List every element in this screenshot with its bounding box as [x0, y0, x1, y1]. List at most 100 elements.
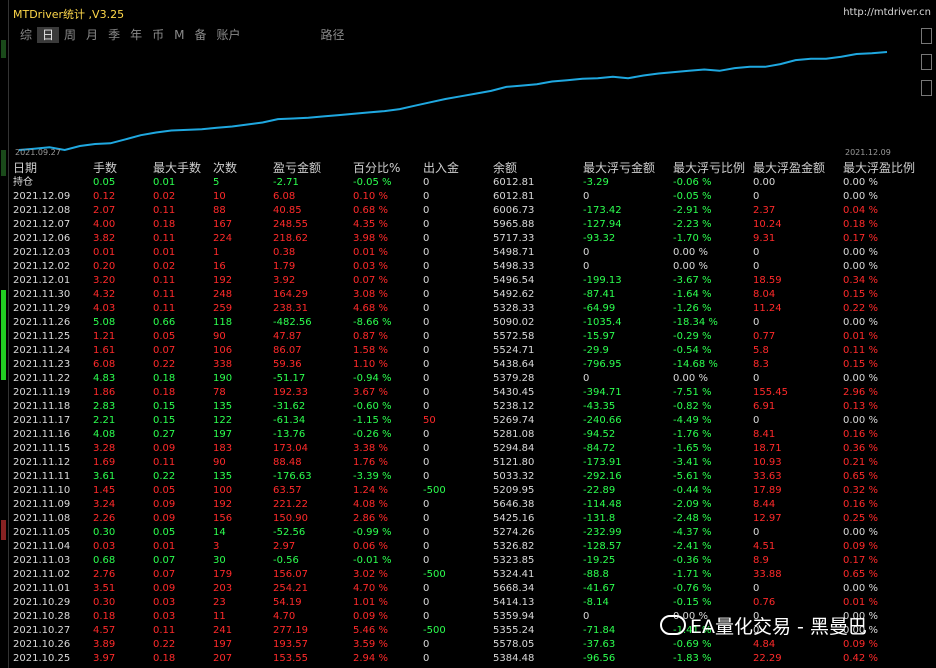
tab-6[interactable]: 币 [147, 27, 169, 43]
cell-1: 1.86 [93, 387, 116, 398]
cell-8: -87.41 [583, 289, 616, 300]
column-header-2[interactable]: 最大手数 [153, 161, 201, 176]
cell-7: 6012.81 [493, 191, 535, 202]
column-header-4[interactable]: 盈亏金额 [273, 161, 321, 176]
cell-7: 5668.34 [493, 583, 535, 594]
tool-icon[interactable] [921, 80, 932, 96]
tab-7[interactable]: M [169, 27, 189, 43]
cell-4: 3.92 [273, 275, 296, 286]
cell-6: 0 [423, 303, 430, 314]
tool-icon[interactable] [921, 54, 932, 70]
column-header-8[interactable]: 最大浮亏金额 [583, 161, 655, 176]
column-header-10[interactable]: 最大浮盈金额 [753, 161, 825, 176]
cell-11: 0.00 % [843, 373, 878, 384]
cell-11: 0.00 % [843, 247, 878, 258]
cell-11: 0.18 % [843, 219, 878, 230]
cell-4: 192.33 [273, 387, 308, 398]
cell-2: 0.02 [153, 261, 176, 272]
cell-8: -22.89 [583, 485, 616, 496]
cell-4: 254.21 [273, 583, 308, 594]
cell-0: 2021.11.23 [13, 359, 71, 370]
cell-3: 183 [213, 443, 233, 454]
cell-7: 5238.12 [493, 401, 535, 412]
tab-8[interactable]: 备 [189, 27, 211, 43]
cell-7: 5498.71 [493, 247, 535, 258]
strip-segment [1, 40, 6, 58]
cell-11: 0.00 % [843, 527, 878, 538]
tab-3[interactable]: 月 [81, 27, 103, 43]
column-header-7[interactable]: 余额 [493, 161, 517, 176]
cell-7: 5430.45 [493, 387, 535, 398]
cell-10: 0.77 [753, 331, 776, 342]
cell-8: -131.8 [583, 513, 616, 524]
tab-2[interactable]: 周 [59, 27, 81, 43]
cell-4: -61.34 [273, 415, 306, 426]
cell-3: 122 [213, 415, 233, 426]
cell-0: 2021.11.02 [13, 569, 71, 580]
cell-6: 0 [423, 233, 430, 244]
cell-0: 2021.11.01 [13, 583, 71, 594]
cell-11: 0.34 % [843, 275, 878, 286]
tab-1[interactable]: 日 [37, 27, 60, 43]
cell-8: -15.97 [583, 331, 616, 342]
cell-0: 2021.11.16 [13, 429, 71, 440]
column-header-3[interactable]: 次数 [213, 161, 237, 176]
cell-6: 0 [423, 443, 430, 454]
cell-1: 4.08 [93, 429, 116, 440]
tab-4[interactable]: 季 [103, 27, 125, 43]
cell-2: 0.18 [153, 373, 176, 384]
cell-5: 3.67 % [353, 387, 388, 398]
column-header-9[interactable]: 最大浮亏比例 [673, 161, 745, 176]
cell-10: 0 [753, 373, 760, 384]
cell-3: 190 [213, 373, 233, 384]
cell-7: 5492.62 [493, 289, 535, 300]
cell-3: 192 [213, 499, 233, 510]
cell-1: 1.45 [93, 485, 116, 496]
cell-5: 2.94 % [353, 653, 388, 664]
cell-8: -127.94 [583, 219, 622, 230]
cell-3: 14 [213, 527, 226, 538]
cell-9: -3.41 % [673, 457, 712, 468]
cell-8: -29.9 [583, 345, 609, 356]
cell-10: 2.37 [753, 205, 776, 216]
cell-4: 277.19 [273, 625, 308, 636]
cell-5: 3.98 % [353, 233, 388, 244]
column-header-0[interactable]: 日期 [13, 161, 37, 176]
cell-6: 0 [423, 275, 430, 286]
cell-8: -3.29 [583, 177, 609, 188]
cell-0: 2021.11.08 [13, 513, 71, 524]
column-header-6[interactable]: 出入金 [423, 161, 459, 176]
cell-3: 90 [213, 457, 226, 468]
cell-7: 5496.54 [493, 275, 535, 286]
cell-1: 3.24 [93, 499, 116, 510]
cell-3: 100 [213, 485, 233, 496]
tab-0[interactable]: 综 [15, 27, 37, 43]
cell-4: 54.19 [273, 597, 302, 608]
tool-icon[interactable] [921, 28, 932, 44]
cell-8: -292.16 [583, 471, 622, 482]
cell-8: -19.25 [583, 555, 616, 566]
column-header-1[interactable]: 手数 [93, 161, 117, 176]
column-header-5[interactable]: 百分比% [353, 161, 400, 176]
cell-1: 0.18 [93, 611, 116, 622]
cell-10: 0 [753, 261, 760, 272]
cell-4: 221.22 [273, 499, 308, 510]
cell-10: 10.24 [753, 219, 782, 230]
cell-1: 0.01 [93, 247, 116, 258]
cell-10: 8.9 [753, 555, 769, 566]
strip-segment [1, 150, 6, 176]
tab-9[interactable]: 账户 [211, 27, 245, 43]
tab-5[interactable]: 年 [125, 27, 147, 43]
cell-0: 2021.10.29 [13, 597, 71, 608]
cell-4: 4.70 [273, 611, 296, 622]
column-header-11[interactable]: 最大浮盈比例 [843, 161, 915, 176]
cell-0: 2021.10.28 [13, 611, 71, 622]
tab-10[interactable]: 路径 [316, 27, 350, 43]
cell-0: 2021.12.09 [13, 191, 71, 202]
website-link[interactable]: http://mtdriver.cn [843, 7, 931, 18]
cell-6: 0 [423, 177, 430, 188]
cell-1: 3.97 [93, 653, 116, 664]
cell-4: 47.87 [273, 331, 302, 342]
cell-7: 5209.95 [493, 485, 535, 496]
cell-2: 0.07 [153, 555, 176, 566]
